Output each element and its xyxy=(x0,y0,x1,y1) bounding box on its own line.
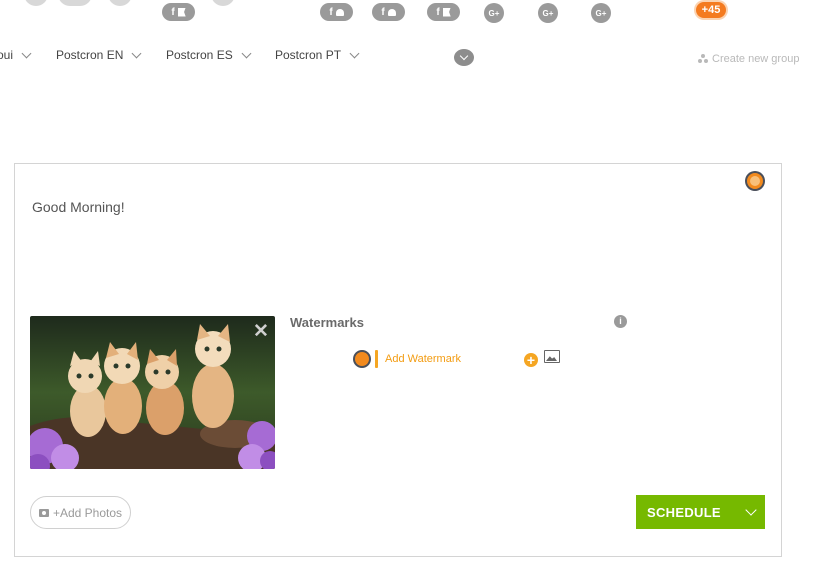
logo-icon xyxy=(750,176,760,186)
facebook-icon: f xyxy=(381,6,385,18)
info-icon[interactable]: i xyxy=(614,315,627,328)
group-icon xyxy=(335,8,344,16)
page-flag-icon xyxy=(177,7,186,17)
watermarks-title: Watermarks xyxy=(290,315,364,330)
facebook-icon: f xyxy=(329,6,333,18)
image-icon[interactable] xyxy=(544,350,560,363)
add-photos-label: +Add Photos xyxy=(52,505,123,520)
add-watermark-link[interactable]: Add Watermark xyxy=(385,353,461,365)
facebook-icon: f xyxy=(171,6,175,18)
group-tab[interactable]: Postcron EN xyxy=(56,48,142,62)
chevron-down-icon xyxy=(459,51,469,61)
facebook-group-badge[interactable]: f xyxy=(372,3,405,21)
profile-avatar[interactable] xyxy=(108,0,132,6)
profile-avatar[interactable] xyxy=(24,0,48,6)
facebook-page-badge[interactable]: f xyxy=(162,3,195,21)
group-tab-label: Postcron PT xyxy=(275,48,342,62)
group-tab[interactable]: oui xyxy=(0,48,32,62)
chevron-down-icon xyxy=(131,48,142,58)
group-tab[interactable]: Postcron PT xyxy=(275,48,360,62)
group-icon xyxy=(387,8,396,16)
google-plus-icon: G+ xyxy=(542,8,554,18)
post-photo xyxy=(30,316,275,469)
google-plus-badge[interactable]: G+ xyxy=(538,3,558,23)
facebook-page-badge[interactable]: f xyxy=(427,3,460,21)
facebook-group-badge[interactable]: f xyxy=(320,3,353,21)
kittens-image xyxy=(30,316,275,469)
chevron-down-icon[interactable] xyxy=(745,504,757,516)
profile-avatar[interactable] xyxy=(58,0,92,6)
chevron-down-icon xyxy=(349,48,360,58)
post-composer: Good Morning! ✕ Watermarks i Add Waterma… xyxy=(14,163,782,557)
group-tab-label: oui xyxy=(0,48,14,62)
group-icon xyxy=(698,54,708,64)
facebook-icon: f xyxy=(436,6,440,18)
chevron-down-icon xyxy=(21,48,32,58)
group-tab-label: Postcron ES xyxy=(166,48,233,62)
account-avatar[interactable] xyxy=(747,173,763,189)
remove-photo-button[interactable]: ✕ xyxy=(253,322,269,341)
schedule-button[interactable]: SCHEDULE xyxy=(636,495,765,529)
watermark-avatar[interactable] xyxy=(355,352,369,366)
more-profiles-badge[interactable]: +45 xyxy=(696,2,726,18)
watermark-divider xyxy=(375,350,378,368)
group-tab[interactable]: Postcron ES xyxy=(166,48,252,62)
google-plus-badge[interactable]: G+ xyxy=(591,3,611,23)
create-group-label: Create new group xyxy=(712,53,800,65)
chevron-down-icon xyxy=(241,48,252,58)
plus-icon[interactable]: + xyxy=(524,353,538,367)
group-tab-label: Postcron EN xyxy=(56,48,124,62)
post-text[interactable]: Good Morning! xyxy=(32,199,125,215)
google-plus-icon: G+ xyxy=(595,8,607,18)
profile-avatar[interactable] xyxy=(211,0,235,6)
create-group-link[interactable]: Create new group xyxy=(698,53,799,65)
schedule-label: SCHEDULE xyxy=(647,504,721,520)
camera-icon xyxy=(38,508,49,517)
google-plus-icon: G+ xyxy=(488,8,500,18)
add-photos-button[interactable]: +Add Photos xyxy=(30,496,131,529)
google-plus-badge[interactable]: G+ xyxy=(484,3,504,23)
group-tabs: oui Postcron EN Postcron ES Postcron PT xyxy=(0,48,815,68)
profile-strip: f f f f G+ G+ G+ +45 xyxy=(0,0,815,28)
more-groups-button[interactable] xyxy=(454,49,474,66)
page-flag-icon xyxy=(442,7,451,17)
